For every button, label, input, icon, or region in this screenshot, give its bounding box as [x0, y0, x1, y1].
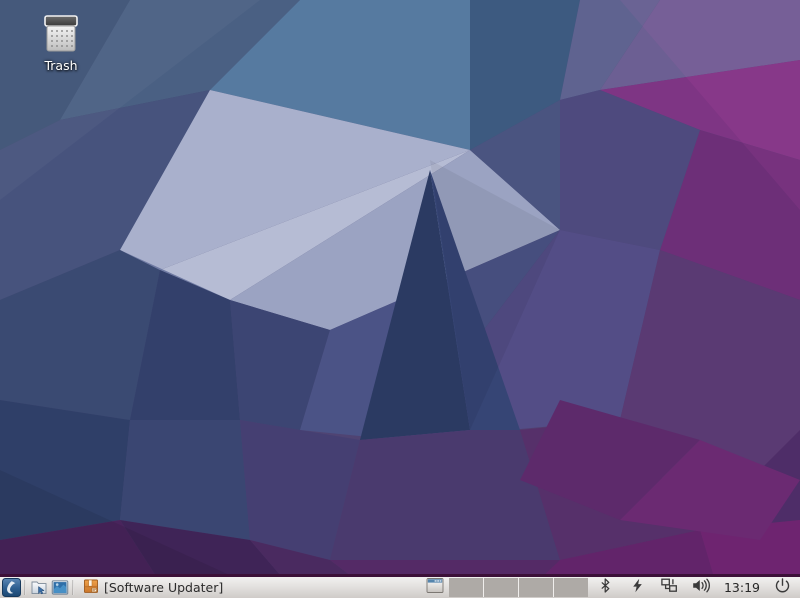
volume-icon [692, 578, 711, 597]
folder-cursor-icon [30, 579, 48, 597]
globe-icon [51, 579, 69, 597]
package-box-icon [83, 578, 99, 598]
window-button-software-updater[interactable]: [Software Updater] [80, 577, 229, 598]
system-tray: 13:19 [590, 577, 800, 598]
volume-tray-button[interactable] [686, 577, 718, 598]
workspace-4[interactable] [553, 578, 588, 597]
desktop-icon-label: Trash [44, 58, 78, 73]
workspace-2[interactable] [483, 578, 519, 597]
power-manager-tray-button[interactable] [622, 577, 654, 598]
window-menu-button[interactable] [424, 577, 446, 598]
window-buttons-group: [Software Updater] [76, 577, 422, 598]
workspace-switcher[interactable] [448, 578, 588, 597]
launcher-group [0, 577, 76, 598]
bluetooth-icon [599, 578, 612, 597]
window-list-icon [426, 577, 444, 598]
clock[interactable]: 13:19 [718, 577, 766, 598]
trash-icon [41, 12, 81, 56]
window-button-label: [Software Updater] [104, 580, 224, 595]
applications-menu-button[interactable] [1, 577, 22, 598]
taskbar-panel[interactable]: [Software Updater] 13:19 [0, 574, 800, 598]
desktop[interactable]: Trash [Software Updater] 13:19 [0, 0, 800, 598]
network-icon [661, 578, 678, 597]
file-manager-button[interactable] [28, 577, 49, 598]
xubuntu-mouse-icon [2, 578, 21, 597]
desktop-wallpaper [0, 0, 800, 598]
network-tray-button[interactable] [654, 577, 686, 598]
web-browser-button[interactable] [49, 577, 70, 598]
workspace-3[interactable] [518, 578, 554, 597]
bluetooth-tray-button[interactable] [590, 577, 622, 598]
pager-group [422, 577, 590, 598]
desktop-icon-trash[interactable]: Trash [24, 12, 98, 73]
power-button-icon [775, 578, 790, 597]
log-out-button[interactable] [766, 577, 798, 598]
workspace-1[interactable] [448, 578, 484, 597]
power-bolt-icon [631, 578, 644, 597]
